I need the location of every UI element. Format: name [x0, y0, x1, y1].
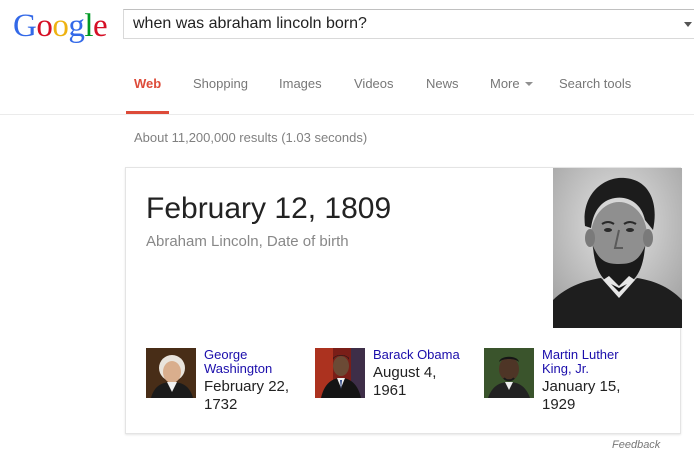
header: Google: [0, 0, 694, 56]
answer-date: February 12, 1809: [146, 192, 392, 225]
logo-letter: o: [36, 8, 53, 44]
logo-letter: l: [84, 8, 94, 44]
tab-videos[interactable]: Videos: [354, 76, 394, 91]
search-input[interactable]: [133, 10, 673, 38]
person-date-line: 1961: [373, 382, 407, 399]
logo-letter: e: [93, 8, 108, 44]
google-logo[interactable]: Google: [13, 6, 108, 46]
person-name-link[interactable]: Martin Luther King, Jr.: [542, 348, 619, 376]
logo-letter: g: [68, 8, 85, 44]
active-tab-indicator: [126, 111, 169, 114]
tab-more[interactable]: More: [490, 76, 533, 91]
person-date-line: January 15,: [542, 378, 621, 395]
logo-letter: G: [13, 8, 37, 44]
barack-obama-portrait-svg: [315, 348, 365, 398]
person-name-line: George: [204, 347, 248, 362]
person-date-line: 1929: [542, 396, 576, 413]
martin-luther-king-portrait-svg: [484, 348, 534, 398]
tab-web[interactable]: Web: [134, 76, 161, 91]
person-name-link[interactable]: George Washington: [204, 348, 272, 376]
person-name-link[interactable]: Barack Obama: [373, 348, 460, 362]
related-person-obama[interactable]: Barack Obama August 4, 1961: [315, 348, 475, 418]
related-person-washington[interactable]: George Washington February 22, 1732: [146, 348, 306, 418]
tab-more-label: More: [490, 76, 520, 91]
tab-shopping[interactable]: Shopping: [193, 76, 248, 91]
person-name-line: Martin Luther: [542, 347, 619, 362]
person-date-line: August 4,: [373, 364, 437, 381]
tab-search-tools[interactable]: Search tools: [559, 76, 631, 91]
search-box: [123, 9, 694, 39]
george-washington-portrait-svg: [146, 348, 196, 398]
feedback-link[interactable]: Feedback: [612, 439, 660, 451]
related-person-mlk[interactable]: Martin Luther King, Jr. January 15, 1929: [484, 348, 664, 418]
abraham-lincoln-portrait-svg: [553, 168, 682, 328]
answer-subtitle[interactable]: Abraham Lincoln, Date of birth: [146, 233, 349, 250]
person-date-line: February 22,: [204, 378, 290, 395]
logo-letter: o: [52, 8, 69, 44]
person-birth-date: February 22, 1732: [204, 378, 289, 414]
martin-luther-king-portrait-icon[interactable]: [484, 348, 534, 398]
person-name-line: Washington: [204, 361, 273, 376]
caret-down-icon: [524, 81, 533, 86]
chevron-down-icon[interactable]: [684, 22, 692, 27]
abraham-lincoln-portrait-icon[interactable]: [553, 168, 682, 328]
search-tabs: Web Shopping Images Videos News More Sea…: [0, 56, 694, 115]
george-washington-portrait-icon[interactable]: [146, 348, 196, 398]
person-name-line: Barack Obama: [373, 347, 460, 362]
result-stats: About 11,200,000 results (1.03 seconds): [134, 130, 368, 145]
person-name-line: King, Jr.: [542, 361, 589, 376]
answer-card: February 12, 1809 Abraham Lincoln, Date …: [125, 167, 682, 434]
barack-obama-portrait-icon[interactable]: [315, 348, 365, 398]
person-date-line: 1732: [204, 396, 238, 413]
search-results-page: Google Web Shopping Images Videos News M…: [0, 0, 694, 458]
person-birth-date: January 15, 1929: [542, 378, 620, 414]
tab-news[interactable]: News: [426, 76, 459, 91]
tab-images[interactable]: Images: [279, 76, 322, 91]
person-birth-date: August 4, 1961: [373, 364, 436, 400]
